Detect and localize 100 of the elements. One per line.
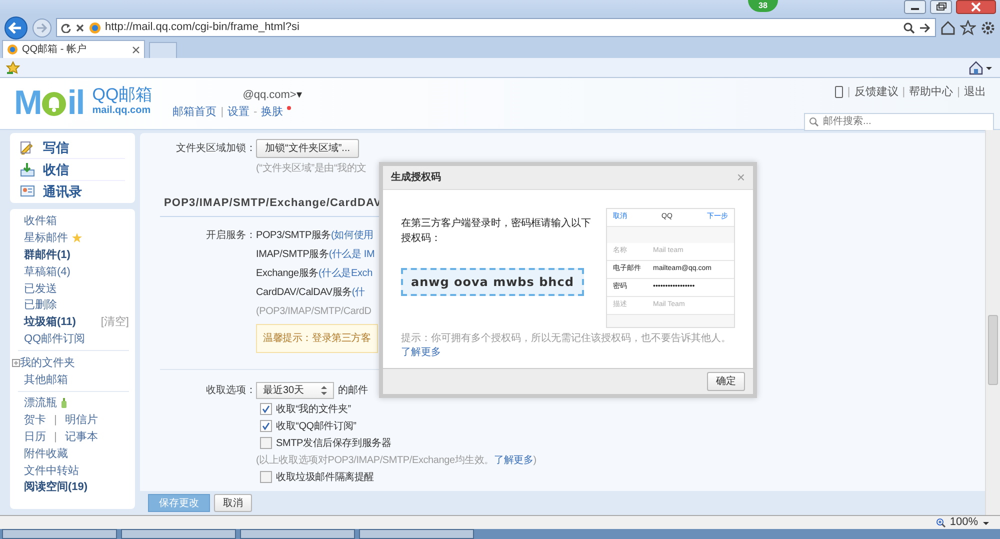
note-text: (POP3/IMAP/SMTP/CardD	[256, 304, 372, 318]
sidebar-folder[interactable]: 垃圾箱(11)	[24, 314, 76, 330]
minimize-icon[interactable]	[904, 0, 926, 14]
compose-icon	[20, 140, 35, 155]
url-text: http://mail.qq.com/cgi-bin/frame_html?si	[105, 20, 300, 35]
tab-title: QQ邮箱 - 帐户	[22, 42, 88, 57]
sidebar-folder[interactable]: 群邮件(1)	[24, 246, 70, 263]
brand-domain: mail.qq.com	[92, 104, 151, 118]
footer-button[interactable]: 取消	[214, 494, 252, 512]
sidebar-folder[interactable]: 收件箱	[24, 213, 57, 230]
zoom-level[interactable]: 100%	[950, 514, 978, 531]
learn-more-link[interactable]: 了解更多	[494, 454, 534, 466]
address-bar[interactable]: http://mail.qq.com/cgi-bin/frame_html?si	[56, 18, 936, 37]
help-link[interactable]: (如何使用	[331, 228, 374, 242]
download-icon	[20, 162, 35, 177]
back-icon[interactable]	[4, 16, 28, 40]
sidebar-folder[interactable]: 附件收藏	[24, 446, 68, 462]
sidebar-folder[interactable]: 我的文件夹	[20, 354, 75, 371]
sidebar-action[interactable]: 收信	[20, 159, 125, 180]
sidebar-link[interactable]: 贺卡	[24, 412, 46, 428]
search-field[interactable]: 邮件搜索...	[804, 112, 994, 130]
expand-icon[interactable]	[12, 358, 20, 367]
refresh-icon[interactable]	[61, 22, 71, 32]
checkbox-option[interactable]: 收取垃圾邮件隔离提醒	[260, 470, 374, 484]
site-icon	[89, 22, 101, 34]
taskbar-button[interactable]	[2, 529, 117, 539]
help-link[interactable]: (什么是 IM	[328, 248, 375, 260]
scroll-thumb[interactable]	[988, 315, 998, 385]
search-icon[interactable]	[903, 22, 915, 34]
taskbar-button[interactable]	[121, 529, 236, 539]
go-icon[interactable]	[919, 22, 931, 34]
checkbox-option[interactable]: 收取“我的文件夹”	[260, 402, 351, 416]
home-icon[interactable]	[968, 60, 984, 74]
star-icon	[72, 233, 82, 244]
separator: |	[957, 85, 960, 100]
sidebar-folder[interactable]: 阅读空间(19)	[24, 479, 88, 496]
help-link[interactable]: (什	[352, 286, 365, 298]
favorites-icon[interactable]	[6, 60, 20, 74]
sidebar-folder[interactable]: QQ邮件订阅	[24, 330, 86, 347]
separator: |	[220, 104, 224, 120]
browser-tab[interactable]: QQ邮箱 - 帐户	[2, 40, 145, 58]
header-link[interactable]: 反馈建议	[854, 84, 898, 100]
bottle-icon	[61, 398, 67, 408]
service-name: CardDAV/CalDAV服务	[256, 286, 352, 298]
site-icon	[7, 44, 18, 55]
notification-badge[interactable]: 38	[748, 0, 778, 12]
sidebar-folder[interactable]: 草稿箱(4)	[24, 264, 70, 280]
sidebar-action[interactable]: 写信	[20, 137, 125, 158]
taskbar-button[interactable]	[359, 529, 474, 539]
brand-name: QQ邮箱	[92, 86, 153, 103]
header-link[interactable]: 邮箱首页	[172, 104, 217, 120]
zoom-icon[interactable]	[936, 518, 946, 528]
checkbox-option[interactable]: 收取“QQ邮件订阅”	[260, 420, 356, 432]
sidebar-link[interactable]: 记事本	[64, 428, 98, 445]
phone-icon[interactable]	[835, 86, 844, 98]
header-link[interactable]: 帮助中心	[909, 84, 954, 100]
checkbox[interactable]	[260, 403, 272, 415]
mail-logo: M il	[14, 86, 84, 120]
caret-icon[interactable]: ▾	[296, 87, 302, 104]
restore-icon[interactable]	[930, 0, 952, 14]
clear-link[interactable]: [清空]	[100, 314, 129, 330]
sidebar-link[interactable]: 日历	[24, 428, 46, 445]
home-icon[interactable]	[940, 20, 956, 36]
search-icon	[809, 116, 819, 126]
sidebar-link[interactable]: 明信片	[64, 412, 98, 428]
sidebar-folder[interactable]: 星标邮件	[24, 230, 68, 246]
ok-button[interactable]: 确定	[707, 372, 745, 391]
header-link[interactable]: 设置	[228, 104, 250, 120]
scrollbar[interactable]	[985, 130, 1000, 515]
checkbox[interactable]	[260, 420, 272, 432]
stop-icon[interactable]	[75, 22, 85, 32]
checkbox[interactable]	[260, 471, 272, 483]
sort-icon	[321, 386, 327, 394]
sidebar-folder[interactable]: 已发送	[24, 280, 57, 297]
note-text: (“文件夹区域”是由“我的文	[256, 162, 367, 175]
dialog-title: 生成授权码	[391, 170, 441, 185]
sidebar-folder[interactable]: 漂流瓶	[24, 395, 57, 412]
period-select[interactable]: 最近30天	[256, 382, 334, 398]
close-icon[interactable]	[956, 0, 996, 14]
header-link[interactable]: 换肤	[261, 104, 284, 120]
lock-button[interactable]: 加锁“文件夹区域”...	[256, 139, 359, 158]
separator: |	[53, 413, 58, 428]
account-address[interactable]: @qq.com>	[242, 87, 296, 104]
field-suffix: 的邮件	[338, 384, 368, 398]
checkbox-option[interactable]: SMTP发信后保存到服务器	[260, 436, 392, 450]
learn-more-link[interactable]: 了解更多	[401, 347, 441, 358]
header-link[interactable]: 退出	[964, 84, 986, 100]
sidebar-action[interactable]: 通讯录	[20, 181, 125, 202]
help-link[interactable]: (什么是Exch	[318, 266, 372, 280]
instruction-text: 在第三方客户端登录时，密码框请输入以下授权码：	[401, 216, 592, 246]
service-name: IMAP/SMTP服务	[256, 248, 329, 260]
service-name: POP3/SMTP服务	[256, 228, 332, 242]
taskbar-button[interactable]	[240, 529, 355, 539]
sidebar-folder[interactable]: 其他邮箱	[24, 372, 68, 388]
close-icon[interactable]	[132, 46, 140, 54]
star-icon[interactable]	[960, 20, 976, 36]
sidebar-folder[interactable]: 文件中转站	[24, 462, 79, 479]
checkbox[interactable]	[260, 437, 272, 449]
settings-icon[interactable]	[980, 20, 996, 36]
sidebar-folder[interactable]: 已删除	[24, 297, 57, 314]
